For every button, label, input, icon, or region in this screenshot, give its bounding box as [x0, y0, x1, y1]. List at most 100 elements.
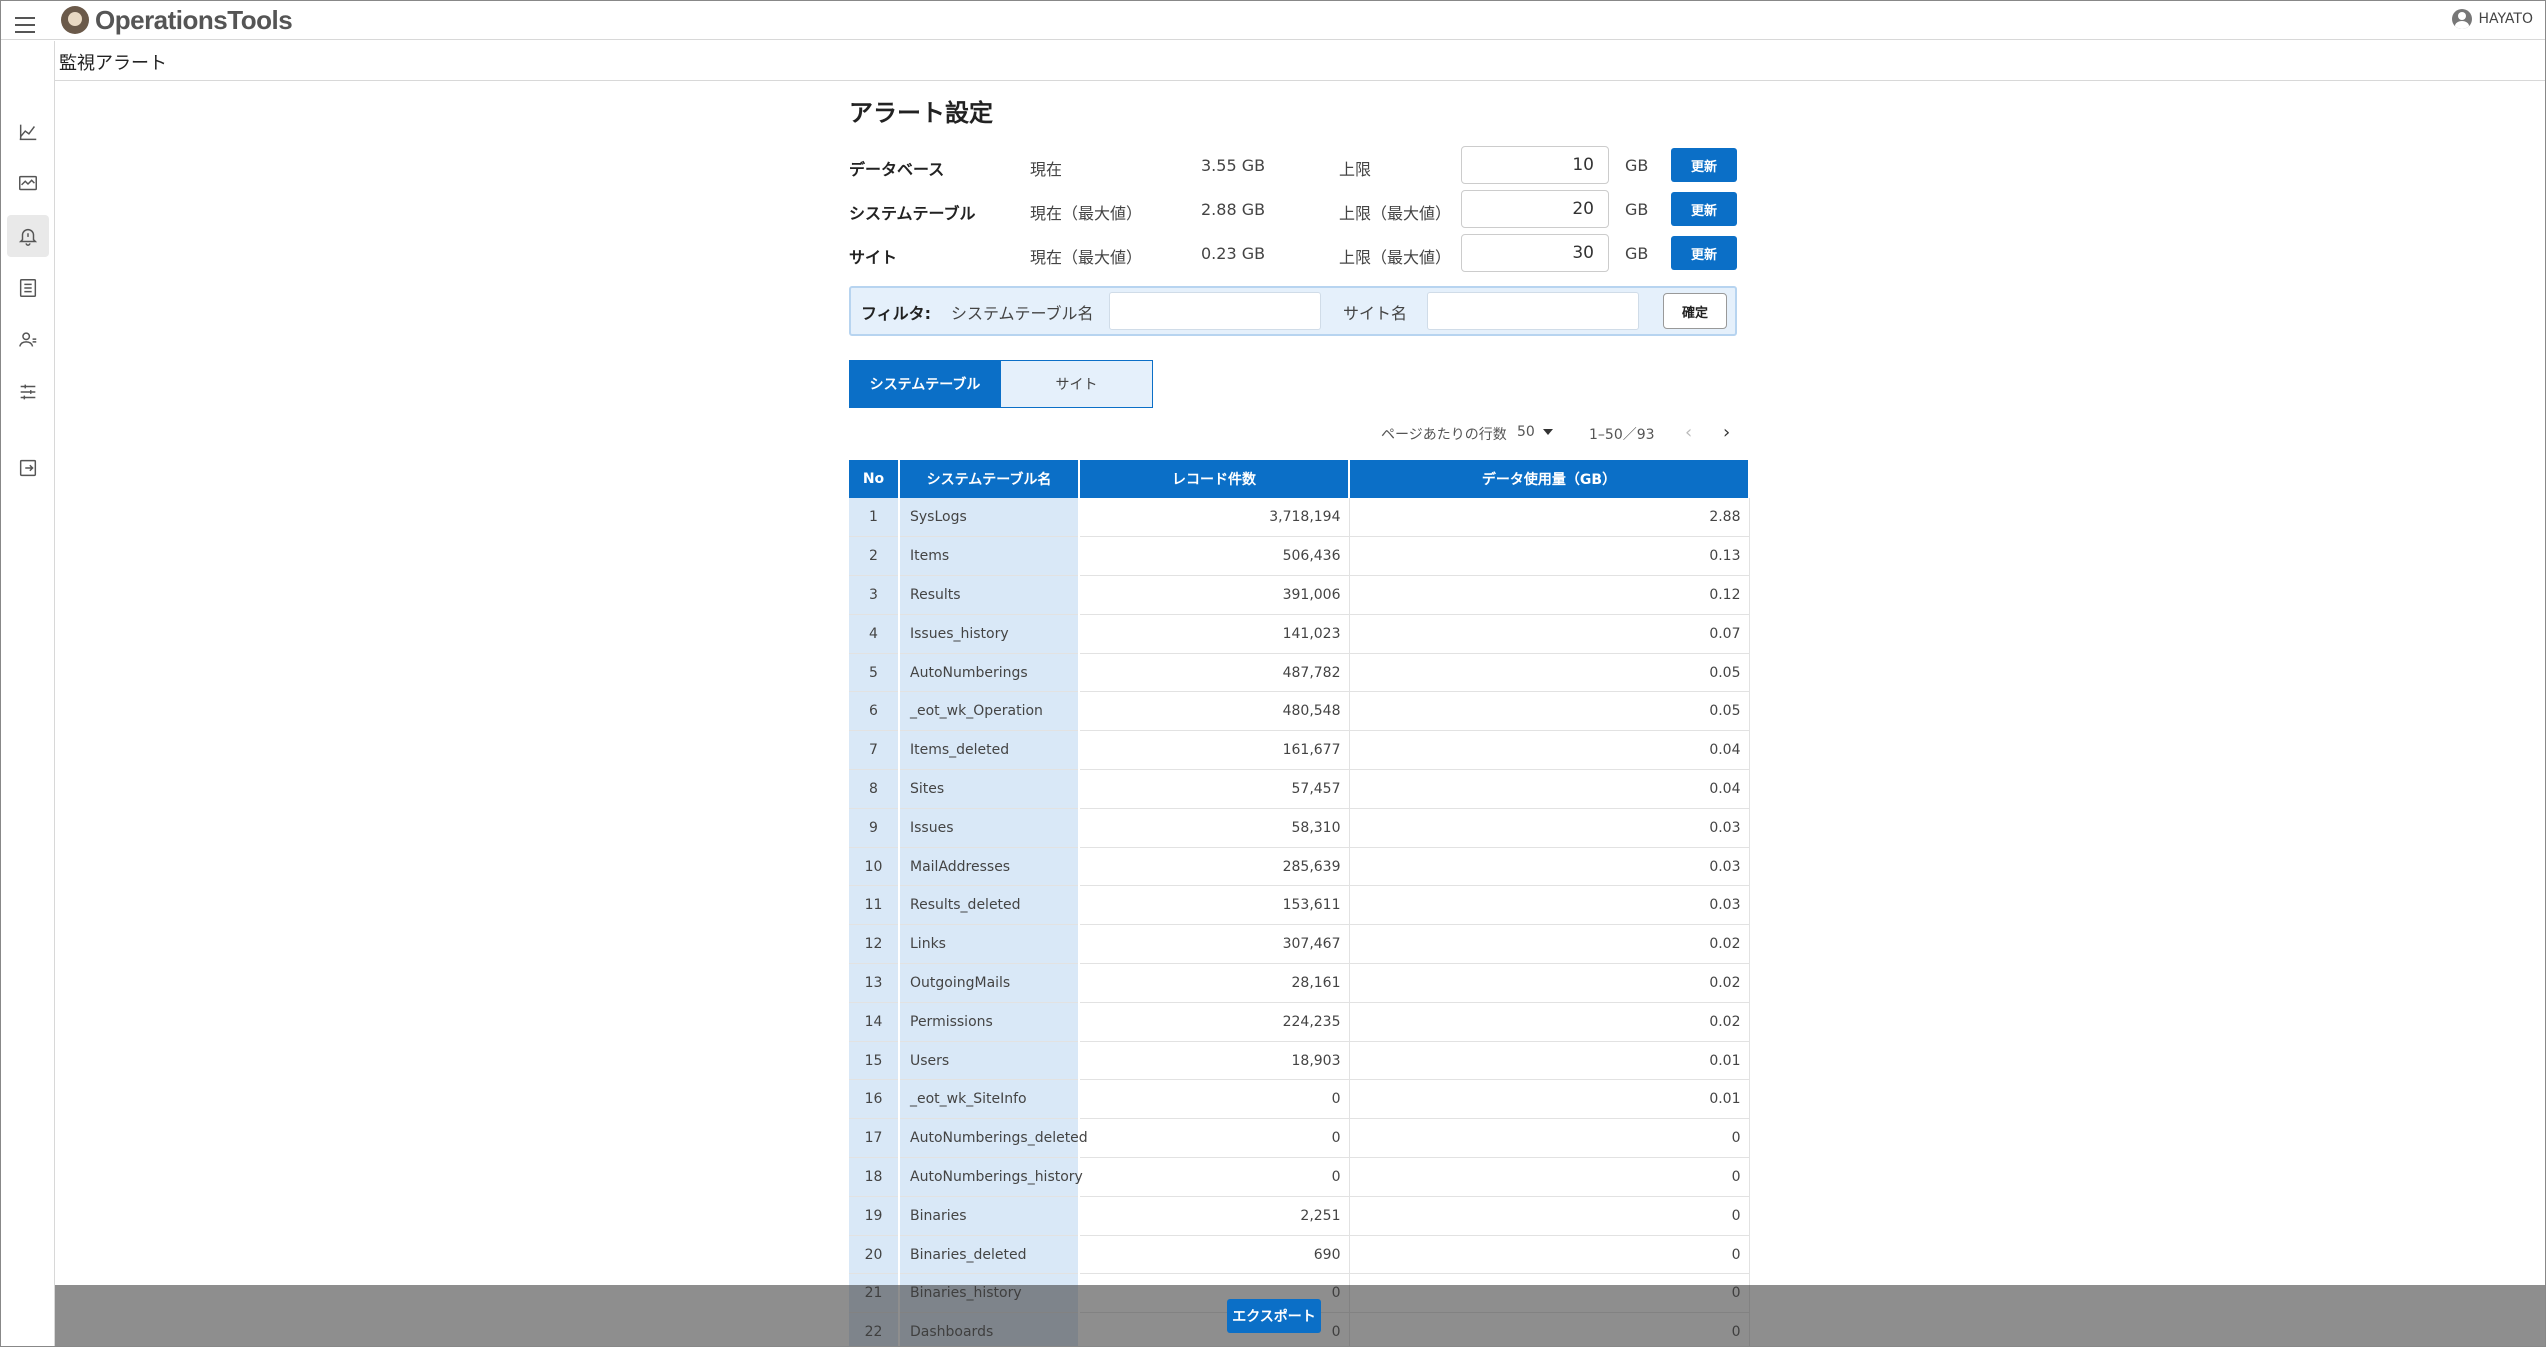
row-data-usage: 0: [1349, 1157, 1750, 1197]
sidebar-item-dashboard[interactable]: [7, 111, 49, 153]
rows-per-page-select[interactable]: 50: [1517, 424, 1553, 440]
sidebar-item-monitor[interactable]: [7, 163, 49, 205]
update-button-system-table[interactable]: 更新: [1671, 192, 1737, 226]
row-table-name: _eot_wk_Operation: [899, 691, 1080, 732]
table-row[interactable]: 13 OutgoingMails 28,161 0.02: [849, 963, 1750, 1003]
row-data-usage: 0.02: [1349, 1002, 1750, 1042]
table-row[interactable]: 17 AutoNumberings_deleted 0 0: [849, 1118, 1750, 1159]
table-row[interactable]: 10 MailAddresses 285,639 0.03: [849, 847, 1750, 887]
sidebar-item-alerts[interactable]: [7, 215, 49, 257]
hamburger-menu-icon[interactable]: [15, 12, 41, 38]
row-table-name: OutgoingMails: [899, 963, 1080, 1003]
row-record-count: 0: [1079, 1157, 1350, 1197]
limit-label: 上限（最大値）: [1339, 248, 1452, 267]
column-header-records[interactable]: レコード件数: [1079, 460, 1350, 498]
row-table-name: Links: [899, 924, 1080, 965]
sidebar-item-list[interactable]: [7, 267, 49, 309]
row-record-count: 161,677: [1079, 730, 1350, 771]
row-record-count: 224,235: [1079, 1002, 1350, 1042]
row-no: 11: [849, 885, 900, 926]
user-menu[interactable]: HAYATO: [2452, 9, 2533, 29]
table-row[interactable]: 11 Results_deleted 153,611 0.03: [849, 885, 1750, 926]
row-data-usage: 0: [1349, 1118, 1750, 1159]
table-row[interactable]: 16 _eot_wk_SiteInfo 0 0.01: [849, 1079, 1750, 1120]
table-row[interactable]: 18 AutoNumberings_history 0 0: [849, 1157, 1750, 1197]
app-logo[interactable]: OperationsTools: [61, 5, 293, 35]
row-data-usage: 0.02: [1349, 963, 1750, 1003]
row-data-usage: 0.05: [1349, 653, 1750, 693]
site-filter-input[interactable]: [1427, 292, 1639, 330]
row-no: 17: [849, 1118, 900, 1159]
row-record-count: 487,782: [1079, 653, 1350, 693]
page-range: 1–50／93: [1589, 427, 1655, 443]
row-data-usage: 0.03: [1349, 885, 1750, 926]
row-no: 18: [849, 1157, 900, 1197]
row-no: 14: [849, 1002, 900, 1042]
chevron-right-icon[interactable]: ›: [1723, 422, 1730, 443]
row-record-count: 28,161: [1079, 963, 1350, 1003]
page-breadcrumb-title: 監視アラート: [59, 53, 167, 74]
breadcrumb: 監視アラート: [55, 41, 2545, 81]
sidebar-item-users[interactable]: [7, 319, 49, 361]
table-row[interactable]: 8 Sites 57,457 0.04: [849, 769, 1750, 809]
row-record-count: 391,006: [1079, 575, 1350, 615]
row-table-name: Permissions: [899, 1002, 1080, 1042]
unit-label: GB: [1625, 156, 1649, 175]
row-record-count: 0: [1079, 1079, 1350, 1120]
tab-system-table[interactable]: システムテーブル: [849, 360, 1001, 408]
rows-per-page-value: 50: [1517, 424, 1535, 440]
table-row[interactable]: 20 Binaries_deleted 690 0: [849, 1235, 1750, 1275]
table-row[interactable]: 9 Issues 58,310 0.03: [849, 808, 1750, 848]
main-content: アラート設定 データベース 現在 3.55 GB 上限 GB 更新 システムテー…: [849, 93, 1750, 1346]
table-row[interactable]: 4 Issues_history 141,023 0.07: [849, 614, 1750, 654]
update-button-database[interactable]: 更新: [1671, 148, 1737, 182]
row-data-usage: 0.04: [1349, 730, 1750, 771]
row-no: 1: [849, 498, 900, 538]
pagination: ページあたりの行数 50 1–50／93 ‹ ›: [849, 408, 1749, 460]
table-row[interactable]: 15 Users 18,903 0.01: [849, 1041, 1750, 1081]
row-data-usage: 0.01: [1349, 1041, 1750, 1081]
table-row[interactable]: 5 AutoNumberings 487,782 0.05: [849, 653, 1750, 693]
table-row[interactable]: 1 SysLogs 3,718,194 2.88: [849, 498, 1750, 538]
sliders-icon: [20, 384, 36, 400]
chevron-left-icon[interactable]: ‹: [1685, 422, 1692, 443]
row-data-usage: 0.02: [1349, 924, 1750, 965]
table-header-row: No システムテーブル名 レコード件数 データ使用量（GB）: [849, 460, 1750, 498]
table-row[interactable]: 12 Links 307,467 0.02: [849, 924, 1750, 965]
current-label: 現在（最大値）: [1030, 204, 1143, 223]
table-row[interactable]: 14 Permissions 224,235 0.02: [849, 1002, 1750, 1042]
limit-input-site[interactable]: [1461, 234, 1609, 272]
current-value: 3.55 GB: [1201, 156, 1266, 175]
row-data-usage: 0: [1349, 1235, 1750, 1275]
update-button-site[interactable]: 更新: [1671, 236, 1737, 270]
sidebar-item-logout[interactable]: [7, 447, 49, 489]
row-record-count: 2,251: [1079, 1196, 1350, 1236]
limit-input-system-table[interactable]: [1461, 190, 1609, 228]
row-table-name: Binaries_deleted: [899, 1235, 1080, 1275]
row-table-name: _eot_wk_SiteInfo: [899, 1079, 1080, 1120]
export-button[interactable]: エクスポート: [1227, 1299, 1321, 1333]
tab-site[interactable]: サイト: [1001, 360, 1153, 408]
unit-label: GB: [1625, 244, 1649, 263]
current-label: 現在（最大値）: [1030, 248, 1143, 267]
system-table-filter-input[interactable]: [1109, 292, 1321, 330]
table-row[interactable]: 2 Items 506,436 0.13: [849, 536, 1750, 577]
row-no: 6: [849, 691, 900, 732]
alert-label: システムテーブル: [849, 204, 976, 223]
table-row[interactable]: 6 _eot_wk_Operation 480,548 0.05: [849, 691, 1750, 732]
column-header-no[interactable]: No: [849, 460, 900, 498]
rows-per-page-label: ページあたりの行数: [1381, 427, 1507, 443]
sidebar-item-settings[interactable]: [7, 371, 49, 413]
table-row[interactable]: 3 Results 391,006 0.12: [849, 575, 1750, 615]
current-value: 2.88 GB: [1201, 200, 1266, 219]
row-record-count: 57,457: [1079, 769, 1350, 809]
row-table-name: Issues: [899, 808, 1080, 848]
table-row[interactable]: 7 Items_deleted 161,677 0.04: [849, 730, 1750, 771]
column-header-usage[interactable]: データ使用量（GB）: [1349, 460, 1750, 498]
limit-input-database[interactable]: [1461, 146, 1609, 184]
table-row[interactable]: 19 Binaries 2,251 0: [849, 1196, 1750, 1236]
row-no: 2: [849, 536, 900, 577]
filter-apply-button[interactable]: 確定: [1663, 293, 1727, 329]
monitor-icon: [19, 175, 37, 191]
column-header-name[interactable]: システムテーブル名: [899, 460, 1080, 498]
